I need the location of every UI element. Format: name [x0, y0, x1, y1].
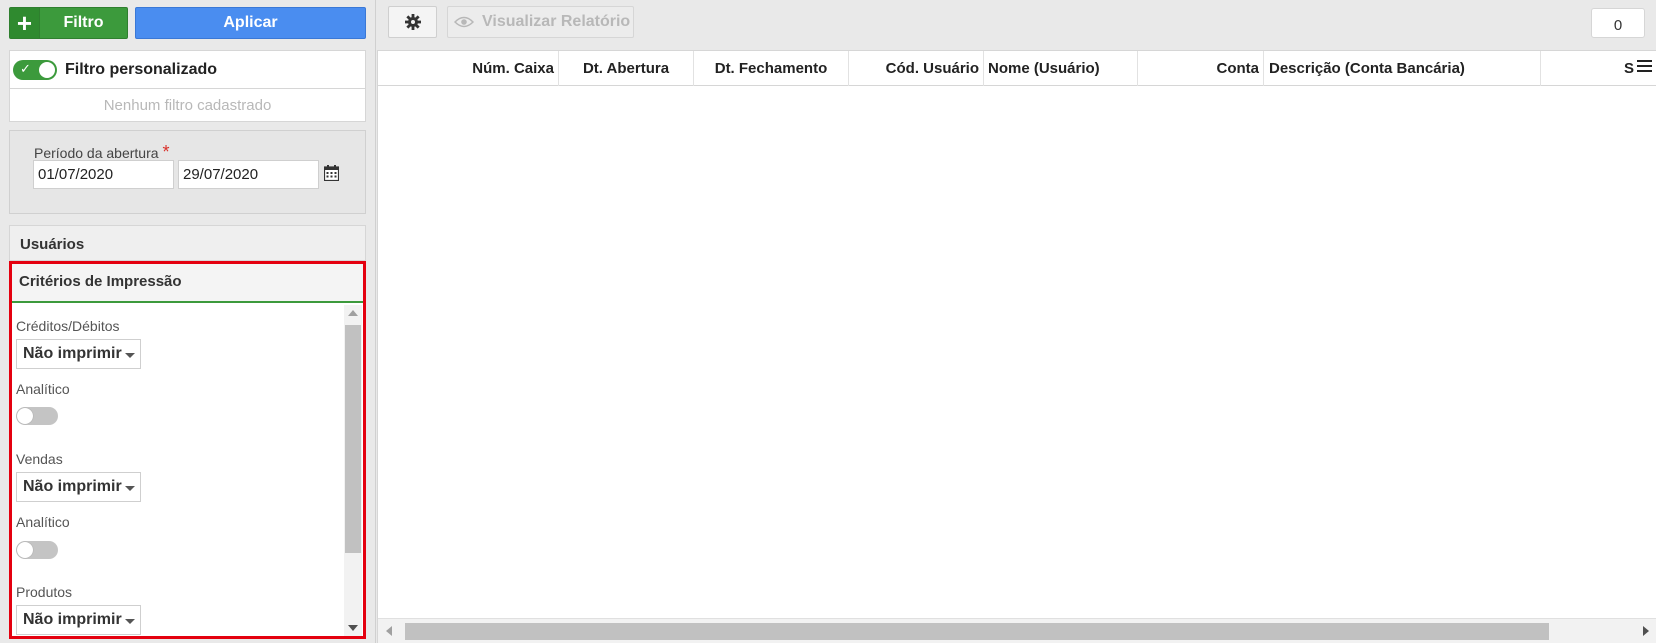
users-section-title: Usuários — [20, 236, 85, 253]
period-section: Período da abertura * 01/07/2020 29/07/20… — [9, 130, 366, 214]
sales-value: Não imprimir — [23, 478, 122, 495]
record-count-badge: 0 — [1591, 8, 1645, 38]
start-date-input[interactable]: 01/07/2020 — [33, 160, 174, 189]
credits-debits-value: Não imprimir — [23, 345, 122, 362]
print-criteria-title: Critérios de Impressão — [19, 273, 182, 290]
add-filter-button[interactable]: + Filtro — [9, 7, 128, 39]
apply-button[interactable]: Aplicar — [135, 7, 366, 39]
sales-label: Vendas — [16, 451, 63, 467]
toggle-knob — [39, 62, 55, 78]
column-header-num-caixa[interactable]: Núm. Caixa — [378, 51, 559, 86]
products-select[interactable]: Não imprimir — [16, 605, 141, 635]
divider — [10, 88, 365, 89]
period-label-text: Período da abertura — [34, 145, 159, 161]
column-menu-icon[interactable] — [1637, 60, 1652, 72]
scroll-up-icon[interactable] — [348, 310, 358, 316]
column-header-descricao-conta[interactable]: Descrição (Conta Bancária) — [1264, 51, 1541, 86]
users-section-header[interactable]: Usuários — [9, 225, 366, 261]
credits-debits-label: Créditos/Débitos — [16, 318, 120, 334]
column-header-nome-usuario[interactable]: Nome (Usuário) — [984, 51, 1138, 86]
end-date-input[interactable]: 29/07/2020 — [178, 160, 319, 189]
print-criteria-section: Critérios de Impressão Créditos/Débitos … — [9, 261, 366, 639]
filter-panel: + Filtro Aplicar ✓ Filtro personalizado … — [0, 0, 376, 643]
caret-down-icon — [125, 619, 135, 624]
scroll-right-icon[interactable] — [1643, 626, 1649, 636]
gear-icon — [404, 14, 421, 30]
check-icon: ✓ — [20, 61, 31, 76]
report-toolbar: Visualizar Relatório 0 — [377, 0, 1656, 50]
calendar-icon[interactable] — [324, 165, 339, 181]
add-filter-label: Filtro — [63, 14, 104, 31]
view-report-button[interactable]: Visualizar Relatório — [447, 6, 634, 38]
products-value: Não imprimir — [23, 611, 122, 628]
scrollbar-thumb[interactable] — [345, 325, 361, 553]
scrollbar-thumb[interactable] — [405, 623, 1549, 640]
eye-icon — [454, 16, 474, 28]
grid-header-row: Núm. Caixa Dt. Abertura Dt. Fechamento C… — [378, 50, 1656, 86]
column-header-dt-fechamento[interactable]: Dt. Fechamento — [694, 51, 849, 86]
column-header-cod-usuario[interactable]: Cód. Usuário — [849, 51, 984, 86]
analytic-label-1: Analítico — [16, 381, 70, 397]
sales-select[interactable]: Não imprimir — [16, 472, 141, 502]
caret-down-icon — [125, 353, 135, 358]
custom-filter-box: ✓ Filtro personalizado Nenhum filtro cad… — [9, 50, 366, 122]
view-report-label: Visualizar Relatório — [482, 13, 631, 30]
scroll-left-icon[interactable] — [386, 626, 392, 636]
report-grid: Núm. Caixa Dt. Abertura Dt. Fechamento C… — [377, 50, 1656, 643]
criteria-scrollbar[interactable] — [344, 305, 362, 636]
plus-icon: + — [10, 8, 40, 38]
print-criteria-body: Créditos/Débitos Não imprimir Analítico … — [12, 305, 342, 636]
empty-filters-text: Nenhum filtro cadastrado — [103, 97, 272, 114]
column-header-dt-abertura[interactable]: Dt. Abertura — [559, 51, 694, 86]
credits-debits-select[interactable]: Não imprimir — [16, 339, 141, 369]
scroll-down-icon[interactable] — [348, 625, 358, 631]
required-mark: * — [162, 142, 170, 162]
analytic-label-2: Analítico — [16, 514, 70, 530]
column-header-conta[interactable]: Conta — [1138, 51, 1264, 86]
caret-down-icon — [125, 486, 135, 491]
analytic-toggle-2[interactable] — [16, 541, 58, 559]
grid-horizontal-scrollbar[interactable] — [378, 618, 1656, 643]
settings-button[interactable] — [388, 6, 437, 38]
toggle-knob — [17, 542, 33, 558]
custom-filter-toggle[interactable]: ✓ — [13, 60, 57, 80]
products-label: Produtos — [16, 584, 73, 600]
print-criteria-header[interactable]: Critérios de Impressão — [12, 264, 363, 303]
custom-filter-label: Filtro personalizado — [65, 61, 218, 78]
analytic-toggle-1[interactable] — [16, 407, 58, 425]
toggle-knob — [17, 408, 33, 424]
